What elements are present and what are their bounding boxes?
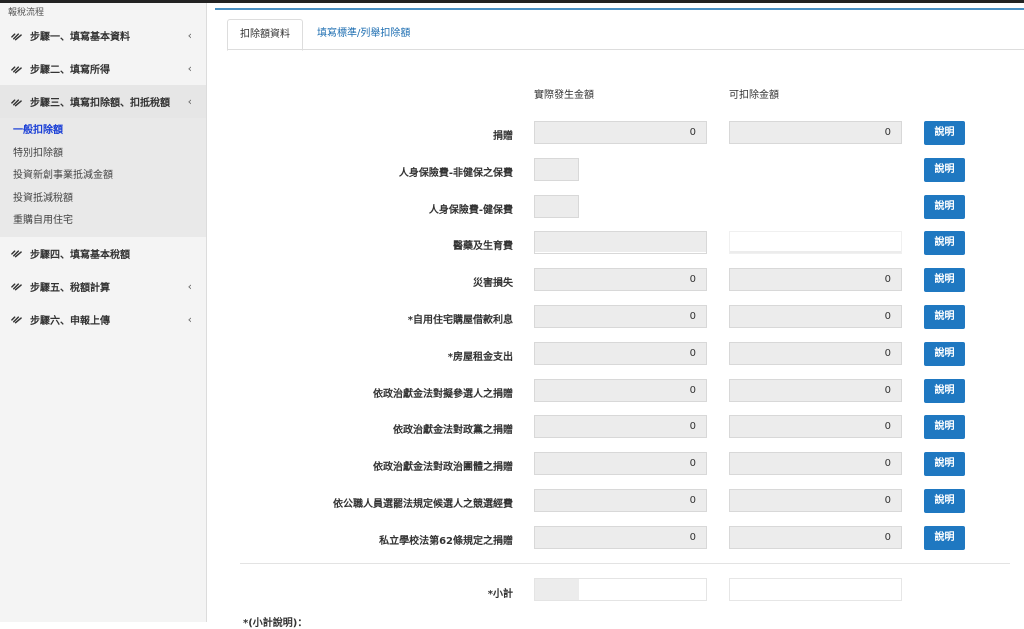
main-content: 扣除額資料 填寫標準/列舉扣除額 實際發生金額 可扣除金額 捐贈 0 0 說明 人身保險…: [207, 3, 1024, 629]
subtotal-deductible-field[interactable]: [729, 578, 902, 601]
row-label: 依政治獻金法對擬參選人之捐贈: [373, 389, 513, 400]
deductible-amount-field[interactable]: 0: [729, 342, 902, 365]
substep-investment-credit[interactable]: 投資抵減稅額: [0, 188, 206, 211]
sidebar-step-5[interactable]: 步驟五、稅額計算 ‹: [0, 270, 206, 303]
row-label: 災害損失: [473, 278, 513, 289]
actual-amount-field[interactable]: [534, 231, 707, 254]
sidebar: 報稅流程 步驟一、填寫基本資料 ‹ 步驟二、填寫所得 ‹ 步驟三、填寫扣除額、扣…: [0, 3, 207, 622]
subtotal-label: *小計: [487, 589, 513, 600]
chevron-left-icon: ‹: [187, 29, 192, 42]
substep-special-deduction[interactable]: 特別扣除額: [0, 143, 206, 166]
link-icon: [11, 98, 22, 106]
row-label: *房屋租金支出: [447, 352, 513, 363]
explain-button[interactable]: 說明: [924, 305, 965, 329]
accent-line: [215, 8, 1024, 10]
tab-standard-itemized[interactable]: 填寫標準/列舉扣除額: [305, 19, 422, 49]
sidebar-step-label: 步驟六、申報上傳: [30, 315, 110, 327]
substep-startup-investment[interactable]: 投資新創事業抵減金額: [0, 165, 206, 188]
explain-button[interactable]: 說明: [924, 379, 965, 403]
row-label: 醫藥及生育費: [453, 241, 513, 252]
chevron-left-icon: ‹: [187, 312, 192, 326]
chevron-left-icon: ‹: [187, 279, 192, 293]
tab-deduction-data[interactable]: 扣除額資料: [227, 19, 303, 51]
actual-amount-field[interactable]: 0: [534, 268, 707, 291]
actual-amount-field[interactable]: 0: [534, 415, 707, 438]
row-label: *自用住宅購屋借款利息: [407, 315, 513, 326]
column-header-deductible: 可扣除金額: [729, 90, 779, 101]
deductible-amount-field[interactable]: 0: [729, 268, 902, 291]
explain-button[interactable]: 說明: [924, 415, 965, 439]
row-label: 人身保險費-健保費: [428, 205, 513, 216]
column-header-actual: 實際發生金額: [534, 90, 594, 101]
sidebar-step-label: 步驟四、填寫基本稅額: [30, 249, 130, 261]
explain-button[interactable]: 說明: [924, 452, 965, 476]
actual-amount-field[interactable]: 0: [534, 342, 707, 365]
row-label: 私立學校法第62條規定之捐贈: [379, 536, 513, 547]
row-label: 捐贈: [493, 131, 513, 142]
substep-home-repurchase[interactable]: 重購自用住宅: [0, 210, 206, 233]
sidebar-step-label: 步驟三、填寫扣除額、扣抵稅額: [30, 98, 170, 109]
substep-general-deduction[interactable]: 一般扣除額: [0, 120, 206, 143]
sidebar-step-4[interactable]: 步驟四、填寫基本稅額: [0, 237, 206, 270]
sidebar-title: 報稅流程: [8, 8, 45, 18]
deductible-amount-field[interactable]: 0: [729, 526, 902, 549]
deductible-amount-field[interactable]: 0: [729, 305, 902, 328]
divider: [240, 563, 1010, 564]
actual-amount-field[interactable]: 0: [534, 489, 707, 512]
subtotal-actual-field[interactable]: [534, 578, 707, 601]
explain-button[interactable]: 說明: [924, 121, 965, 145]
sidebar-substeps: 一般扣除額 特別扣除額 投資新創事業抵減金額 投資抵減稅額 重購自用住宅: [0, 118, 206, 237]
sidebar-step-label: 步驟二、填寫所得: [30, 65, 110, 76]
deductible-amount-field[interactable]: 0: [729, 379, 902, 402]
deductible-amount-field[interactable]: 0: [729, 121, 902, 144]
explain-button[interactable]: 說明: [924, 526, 965, 550]
actual-amount-field[interactable]: 0: [534, 452, 707, 475]
row-label: 依公職人員選罷法規定候選人之競選經費: [333, 499, 513, 510]
sidebar-step-2[interactable]: 步驟二、填寫所得 ‹: [0, 52, 206, 85]
actual-amount-field[interactable]: [534, 195, 579, 218]
chevron-left-icon: ‹: [187, 62, 192, 75]
actual-amount-field[interactable]: 0: [534, 121, 707, 144]
link-icon: [11, 32, 22, 40]
link-icon: [11, 283, 22, 291]
actual-amount-field[interactable]: [534, 158, 579, 181]
deductible-amount-field[interactable]: 0: [729, 415, 902, 438]
chevron-left-icon: ‹: [187, 95, 192, 108]
explain-button[interactable]: 說明: [924, 195, 965, 219]
link-icon: [11, 250, 22, 258]
actual-amount-field[interactable]: 0: [534, 305, 707, 328]
explain-button[interactable]: 說明: [924, 158, 965, 182]
actual-amount-field[interactable]: 0: [534, 526, 707, 549]
actual-amount-field[interactable]: 0: [534, 379, 707, 402]
sidebar-step-label: 步驟五、稅額計算: [30, 282, 110, 294]
tab-divider: [227, 49, 1024, 50]
link-icon: [11, 316, 22, 324]
explain-button[interactable]: 說明: [924, 231, 965, 255]
explain-button[interactable]: 說明: [924, 268, 965, 292]
explain-button[interactable]: 說明: [924, 489, 965, 513]
explain-button[interactable]: 說明: [924, 342, 965, 366]
row-label: 依政治獻金法對政治團體之捐贈: [373, 462, 513, 473]
deductible-amount-field[interactable]: 0: [729, 489, 902, 512]
row-label: 人身保險費-非健保之保費: [398, 168, 513, 179]
row-label: 依政治獻金法對政黨之捐贈: [393, 425, 513, 436]
sidebar-step-label: 步驟一、填寫基本資料: [30, 32, 130, 43]
link-icon: [11, 65, 22, 73]
deductible-amount-field[interactable]: 0: [729, 452, 902, 475]
sidebar-step-1[interactable]: 步驟一、填寫基本資料 ‹: [0, 19, 206, 52]
sidebar-step-6[interactable]: 步驟六、申報上傳 ‹: [0, 303, 206, 336]
sidebar-step-3[interactable]: 步驟三、填寫扣除額、扣抵稅額 ‹: [0, 85, 206, 118]
deductible-amount-field[interactable]: [729, 231, 902, 254]
